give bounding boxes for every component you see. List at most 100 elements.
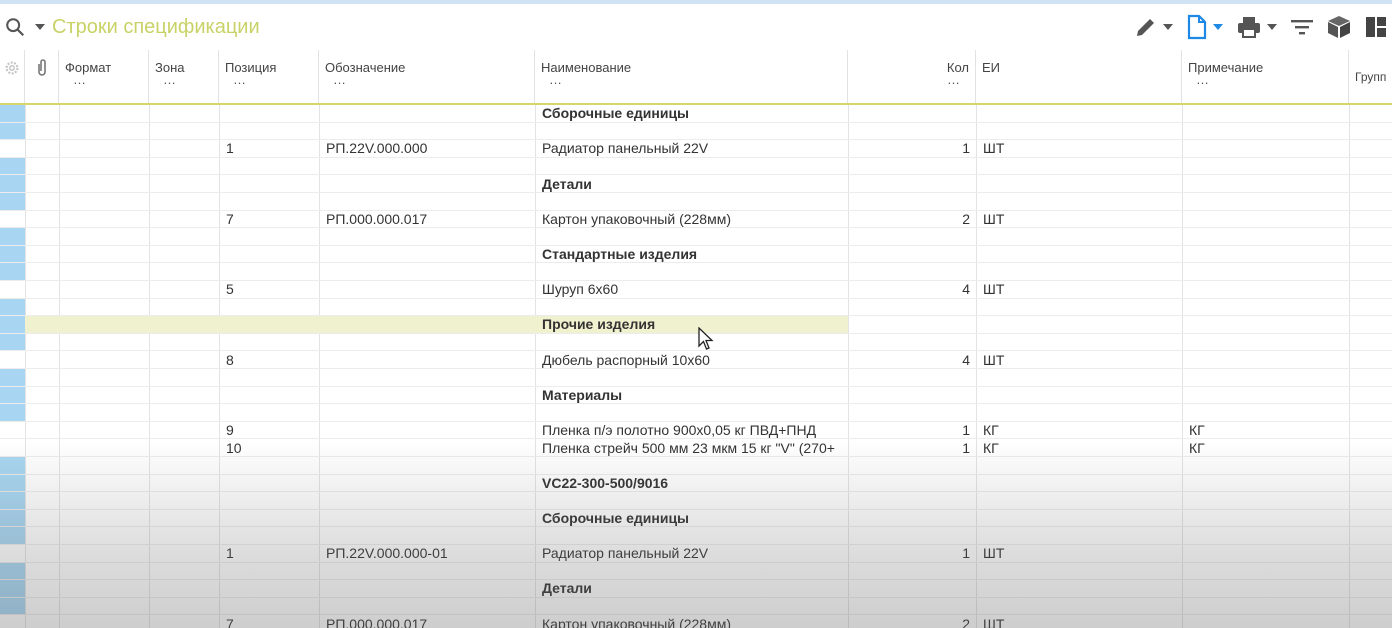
- row-selector[interactable]: [0, 509, 25, 527]
- search-icon[interactable]: [4, 16, 26, 38]
- cell-unit[interactable]: [983, 563, 1173, 580]
- cell-code[interactable]: [326, 404, 531, 421]
- column-menu-dots[interactable]: …: [163, 73, 177, 86]
- cell-pos[interactable]: [226, 263, 316, 280]
- cell-qty[interactable]: 1: [850, 140, 970, 157]
- table-row[interactable]: Сборочные единицы: [0, 105, 1392, 123]
- cell-qty[interactable]: 2: [850, 615, 970, 628]
- table-row[interactable]: 5 Шуруп 6х60 4 ШТ: [0, 281, 1392, 299]
- cell-unit[interactable]: [983, 105, 1173, 122]
- cell-note[interactable]: [1189, 193, 1344, 210]
- cell-note[interactable]: [1189, 457, 1344, 474]
- row-selector[interactable]: [0, 369, 25, 386]
- cell-qty[interactable]: [850, 263, 970, 280]
- cell-name[interactable]: [542, 299, 848, 316]
- cell-note[interactable]: [1189, 263, 1344, 280]
- cell-code[interactable]: [326, 475, 531, 492]
- cell-note[interactable]: [1189, 281, 1344, 298]
- cell-note[interactable]: [1189, 510, 1344, 527]
- cell-unit[interactable]: [983, 580, 1173, 597]
- cell-code[interactable]: [326, 281, 531, 298]
- cell-name[interactable]: Радиатор панельный 22V: [542, 545, 848, 562]
- cell-note[interactable]: [1189, 545, 1344, 562]
- cell-code[interactable]: РП.000.000.017: [326, 211, 531, 228]
- cell-code[interactable]: [326, 228, 531, 245]
- table-row[interactable]: 1 РП.22V.000.000-01 Радиатор панельный 22V…: [0, 545, 1392, 563]
- column-header-quantity[interactable]: Кол …: [848, 50, 976, 103]
- row-selector[interactable]: [0, 316, 25, 333]
- table-row[interactable]: 10 Пленка стрейч 500 мм 23 мкм 15 кг "V" …: [0, 439, 1392, 457]
- cell-note[interactable]: [1189, 175, 1344, 192]
- cell-unit[interactable]: [983, 387, 1173, 404]
- chevron-down-icon[interactable]: [34, 23, 46, 31]
- cell-note[interactable]: [1189, 211, 1344, 228]
- row-selector[interactable]: [0, 228, 25, 245]
- cell-note[interactable]: [1189, 246, 1344, 263]
- table-row[interactable]: Прочие изделия: [0, 316, 1392, 334]
- row-selector[interactable]: [0, 439, 25, 456]
- cell-note[interactable]: [1189, 563, 1344, 580]
- column-menu-dots[interactable]: …: [233, 73, 247, 86]
- table-row[interactable]: [0, 492, 1392, 510]
- table-row[interactable]: Стандартные изделия: [0, 245, 1392, 264]
- cell-code[interactable]: [326, 123, 531, 140]
- row-selector[interactable]: [0, 580, 25, 597]
- cell-pos[interactable]: 1: [226, 140, 316, 157]
- row-selector[interactable]: [0, 245, 25, 263]
- cell-qty[interactable]: 4: [850, 351, 970, 368]
- table-row[interactable]: [0, 193, 1392, 211]
- column-header-position[interactable]: Позиция …: [219, 50, 319, 103]
- row-selector[interactable]: [0, 263, 25, 280]
- cell-pos[interactable]: [226, 527, 316, 544]
- cell-qty[interactable]: 2: [850, 211, 970, 228]
- cell-qty[interactable]: [850, 246, 970, 263]
- cell-unit[interactable]: [983, 527, 1173, 544]
- cell-qty[interactable]: [850, 404, 970, 421]
- row-selector[interactable]: [0, 333, 25, 351]
- cell-name[interactable]: Сборочные единицы: [542, 510, 848, 527]
- table-row[interactable]: 1 РП.22V.000.000 Радиатор панельный 22V 1 ШТ: [0, 140, 1392, 158]
- cell-qty[interactable]: [850, 369, 970, 386]
- cell-qty[interactable]: [850, 334, 970, 351]
- cell-note[interactable]: [1189, 105, 1344, 122]
- cell-qty[interactable]: [850, 457, 970, 474]
- cell-qty[interactable]: [850, 193, 970, 210]
- table-row[interactable]: [0, 122, 1392, 141]
- cell-qty[interactable]: 1: [850, 439, 970, 456]
- print-button[interactable]: [1236, 4, 1278, 50]
- row-selector[interactable]: [0, 351, 25, 368]
- cell-unit[interactable]: КГ: [983, 422, 1173, 439]
- cell-name[interactable]: Материалы: [542, 387, 848, 404]
- cell-note[interactable]: [1189, 140, 1344, 157]
- cell-qty[interactable]: [850, 316, 970, 333]
- cell-code[interactable]: [326, 422, 531, 439]
- cell-name[interactable]: [542, 263, 848, 280]
- cell-note[interactable]: [1189, 299, 1344, 316]
- cell-note[interactable]: [1189, 387, 1344, 404]
- row-selector[interactable]: [0, 210, 25, 228]
- cell-note[interactable]: [1189, 316, 1344, 333]
- table-row[interactable]: 7 РП.000.000.017 Картон упаковочный (228мм…: [0, 210, 1392, 229]
- cell-pos[interactable]: [226, 316, 316, 333]
- row-selector[interactable]: [0, 140, 25, 157]
- cell-qty[interactable]: [850, 598, 970, 615]
- table-row[interactable]: VC22-300-500/9016: [0, 474, 1392, 493]
- cell-name[interactable]: Прочие изделия: [542, 316, 848, 333]
- cell-pos[interactable]: 5: [226, 281, 316, 298]
- cell-unit[interactable]: [983, 158, 1173, 175]
- row-selector[interactable]: [0, 157, 25, 175]
- cell-code[interactable]: [326, 175, 531, 192]
- cell-code[interactable]: [326, 105, 531, 122]
- cell-qty[interactable]: [850, 580, 970, 597]
- cell-qty[interactable]: 4: [850, 281, 970, 298]
- cell-code[interactable]: [326, 246, 531, 263]
- row-selector[interactable]: [0, 527, 25, 544]
- table-row[interactable]: [0, 157, 1392, 176]
- row-selector[interactable]: [0, 457, 25, 474]
- cell-note[interactable]: [1189, 492, 1344, 509]
- cell-pos[interactable]: [226, 404, 316, 421]
- cell-code[interactable]: [326, 457, 531, 474]
- cell-name[interactable]: Сборочные единицы: [542, 105, 848, 122]
- column-header-note[interactable]: Примечание …: [1182, 50, 1349, 103]
- cell-unit[interactable]: ШТ: [983, 545, 1173, 562]
